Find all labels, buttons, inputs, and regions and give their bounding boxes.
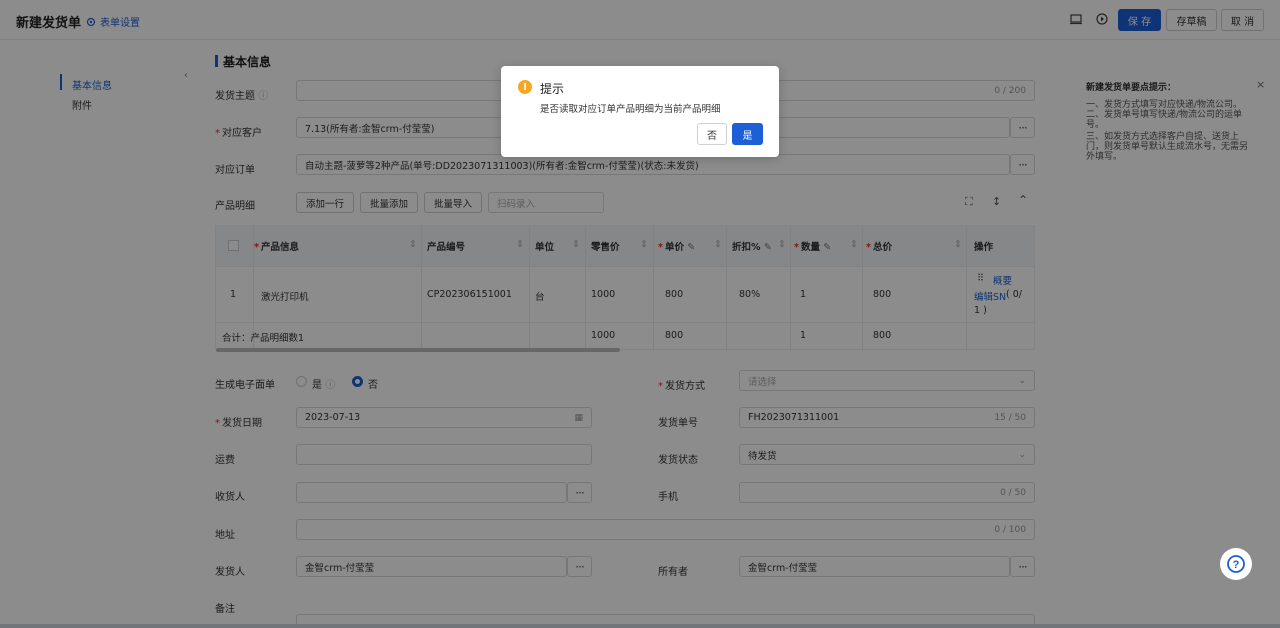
help-button[interactable]: ? [1220, 548, 1252, 580]
question-icon: ? [1227, 555, 1245, 573]
dialog-message: 是否读取对应订单产品明细为当前产品明细 [540, 104, 721, 115]
svg-text:?: ? [1233, 559, 1240, 571]
dialog-title: 提示 [540, 82, 565, 96]
confirm-dialog: ! 提示 是否读取对应订单产品明细为当前产品明细 否 是 [501, 66, 779, 157]
dialog-yes-button[interactable]: 是 [732, 123, 763, 145]
dialog-no-button[interactable]: 否 [697, 123, 727, 145]
warning-icon: ! [518, 80, 532, 94]
